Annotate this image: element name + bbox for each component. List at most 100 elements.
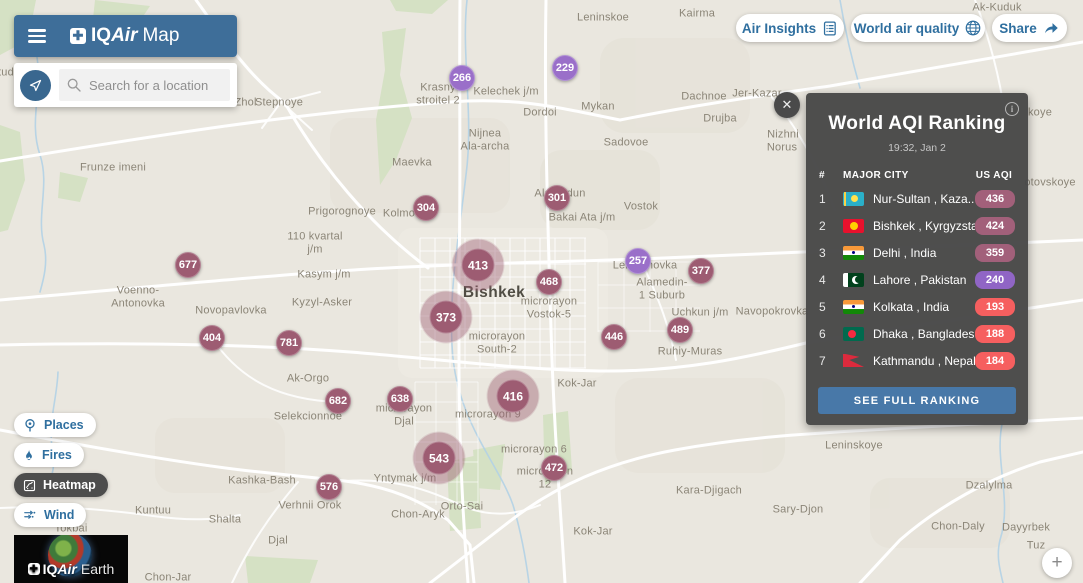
aqi-marker[interactable]: 373 — [429, 300, 463, 334]
ranking-row[interactable]: 5 Kolkata , India 193 — [806, 293, 1028, 320]
aqi-marker[interactable]: 638 — [387, 386, 413, 412]
places-pin-icon — [25, 419, 35, 432]
map-place-label: Kolmo — [382, 207, 416, 220]
aqi-marker[interactable]: 304 — [413, 195, 439, 221]
map-place-label: Chon-Jar — [144, 571, 192, 583]
map-canvas[interactable]: LeninskoeKairmaAk-KuduktudKrasny stroite… — [0, 0, 1083, 583]
city-name: Dhaka , Bangladesh — [873, 326, 975, 341]
rank-number: 1 — [819, 191, 826, 206]
panel-timestamp: 19:32, Jan 2 — [888, 142, 946, 154]
aqi-marker[interactable]: 257 — [625, 248, 651, 274]
ranking-row[interactable]: 7 Kathmandu , Nepal 184 — [806, 347, 1028, 374]
logo-air: Air — [111, 25, 138, 46]
map-place-label: Ruhiy-Muras — [657, 345, 723, 358]
map-place-label: Sary-Djon — [772, 503, 824, 516]
aqi-marker[interactable]: 468 — [536, 269, 562, 295]
map-place-label: Kairma — [678, 7, 716, 20]
map-place-label: Novopavlovka — [195, 304, 267, 317]
places-label: Places — [44, 418, 84, 432]
ranking-rows: 1 Nur-Sultan , Kaza... 436 2 Bishkek , Kyrgy… — [806, 185, 1028, 374]
share-arrow-icon — [1044, 23, 1058, 34]
aqi-marker[interactable]: 543 — [422, 441, 456, 475]
share-button[interactable]: Share — [992, 14, 1067, 42]
map-place-label: Frunze imeni — [80, 161, 146, 174]
iqair-map-logo[interactable]: ✚ IQ Air Map — [70, 25, 179, 47]
map-place-label: Chon-Daly — [931, 520, 985, 533]
map-place-label: Ak-Orgo — [286, 372, 330, 385]
map-place-label: Chon-Aryk — [391, 508, 445, 521]
iqair-earth-widget[interactable]: ✚ IQ Air Earth — [14, 535, 128, 583]
city-name: Delhi , India — [873, 245, 937, 260]
map-place-label: Djal — [268, 534, 288, 547]
earth-logo-suffix: Earth — [80, 561, 115, 577]
map-place-label: Dordoi — [523, 106, 557, 119]
map-place-label: Stepnoye — [254, 96, 304, 109]
send-icon — [29, 79, 42, 91]
map-place-label: Vostok — [623, 200, 659, 213]
zoom-in-button[interactable]: + — [1042, 548, 1072, 578]
map-place-label: Bakai Ata j/m — [548, 211, 616, 224]
aqi-badge: 359 — [975, 243, 1015, 262]
menu-icon[interactable] — [28, 26, 46, 46]
map-place-label: Orto-Sai — [440, 500, 484, 513]
aqi-marker[interactable]: 489 — [667, 317, 693, 343]
flag-pk-icon — [843, 272, 864, 287]
air-insights-button[interactable]: Air Insights — [736, 14, 844, 42]
aqi-marker[interactable]: 413 — [461, 248, 495, 282]
info-icon[interactable]: i — [1005, 102, 1019, 116]
map-place-label: Leninskoye — [825, 439, 883, 452]
rank-number: 5 — [819, 299, 826, 314]
search-card — [14, 63, 237, 107]
aqi-marker[interactable]: 301 — [544, 185, 570, 211]
see-full-ranking-button[interactable]: SEE FULL RANKING — [818, 387, 1016, 414]
ranking-row[interactable]: 6 Dhaka , Bangladesh 188 — [806, 320, 1028, 347]
panel-title: World AQI Ranking — [828, 113, 1006, 134]
map-place-label: Tuz — [1026, 539, 1046, 552]
rank-number: 4 — [819, 272, 826, 287]
wind-toggle[interactable]: Wind — [14, 503, 87, 527]
world-air-quality-label: World air quality — [853, 20, 960, 36]
aqi-marker[interactable]: 682 — [325, 388, 351, 414]
locate-me-button[interactable] — [20, 69, 51, 101]
fire-icon — [26, 449, 32, 460]
close-icon[interactable]: ✕ — [774, 92, 800, 118]
ranking-row[interactable]: 4 Lahore , Pakistan 240 — [806, 266, 1028, 293]
city-name: Kathmandu , Nepal — [873, 353, 975, 368]
aqi-marker[interactable]: 576 — [316, 474, 342, 500]
search-input[interactable] — [59, 69, 230, 101]
app-header: ✚ IQ Air Map — [14, 15, 237, 57]
logo-iq: IQ — [91, 25, 112, 46]
aqi-marker[interactable]: 446 — [601, 324, 627, 350]
map-place-label: microrayon South-2 — [468, 330, 526, 355]
world-air-quality-button[interactable]: World air quality — [851, 14, 985, 42]
map-place-label: Ak-Kuduk — [972, 1, 1022, 14]
heatmap-label: Heatmap — [43, 478, 96, 492]
heatmap-icon — [23, 479, 36, 491]
rank-number: 2 — [819, 218, 826, 233]
map-place-label: Kok-Jar — [573, 525, 613, 538]
aqi-marker[interactable]: 229 — [552, 55, 578, 81]
aqi-marker[interactable]: 677 — [175, 252, 201, 278]
aqi-marker[interactable]: 472 — [541, 455, 567, 481]
map-place-label: Dzalylma — [965, 479, 1013, 492]
aqi-marker[interactable]: 377 — [688, 258, 714, 284]
aqi-marker[interactable]: 404 — [199, 325, 225, 351]
heatmap-toggle[interactable]: Heatmap — [14, 473, 108, 497]
flag-np-icon — [843, 353, 864, 367]
city-name: Kolkata , India — [873, 299, 950, 314]
places-toggle[interactable]: Places — [14, 413, 96, 437]
fires-toggle[interactable]: Fires — [14, 443, 84, 467]
ranking-row[interactable]: 1 Nur-Sultan , Kaza... 436 — [806, 185, 1028, 212]
map-place-label: Kasym j/m — [297, 268, 351, 281]
city-name: Bishkek , Kyrgyzstan — [873, 218, 975, 233]
col-city: MAJOR CITY — [843, 170, 909, 181]
map-place-label: Nizhni — [767, 128, 799, 141]
city-label-bishkek: Bishkek — [462, 284, 526, 302]
ranking-row[interactable]: 2 Bishkek , Kyrgyzstan 424 — [806, 212, 1028, 239]
aqi-marker[interactable]: 781 — [276, 330, 302, 356]
aqi-marker[interactable]: 416 — [496, 379, 530, 413]
aqi-marker[interactable]: 266 — [449, 65, 475, 91]
map-place-label: Yntymak j/m — [373, 472, 437, 485]
rank-number: 6 — [819, 326, 826, 341]
ranking-row[interactable]: 3 Delhi , India 359 — [806, 239, 1028, 266]
